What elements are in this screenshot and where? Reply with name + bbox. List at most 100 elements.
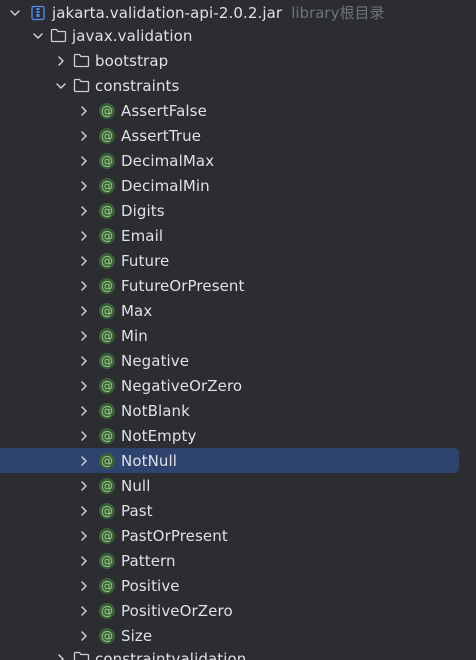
annotation-label: NotEmpty (121, 426, 197, 445)
folder-icon (72, 77, 90, 95)
annotation-label: Positive (121, 576, 180, 595)
tree-row-annotation[interactable]: @ AssertFalse (0, 98, 476, 123)
annotation-glyph: @ (99, 227, 115, 244)
tree-row-annotation-selected[interactable]: @ NotNull (0, 448, 476, 473)
annotation-glyph: @ (99, 527, 115, 544)
tree-row-annotation[interactable]: @ Pattern (0, 548, 476, 573)
tree-row-annotation[interactable]: @ Max (0, 298, 476, 323)
annotation-glyph: @ (99, 102, 115, 119)
tree-row-annotation[interactable]: @ NotBlank (0, 398, 476, 423)
tree-row-annotation[interactable]: @ Positive (0, 573, 476, 598)
chevron-right-icon[interactable] (77, 329, 91, 343)
annotation-label: NotBlank (121, 401, 190, 420)
tree-row-annotation[interactable]: @ Size (0, 623, 476, 648)
folder-icon (72, 52, 90, 70)
tree-row-annotation[interactable]: @ NegativeOrZero (0, 373, 476, 398)
chevron-down-icon[interactable] (31, 29, 45, 43)
tree-row-bootstrap[interactable]: bootstrap (0, 48, 476, 73)
chevron-right-icon[interactable] (77, 479, 91, 493)
tree-row-annotation[interactable]: @ Email (0, 223, 476, 248)
annotation-icon: @ (98, 377, 116, 395)
annotation-icon: @ (98, 527, 116, 545)
package-label: constraints (95, 76, 180, 95)
chevron-right-icon[interactable] (54, 652, 68, 660)
annotation-glyph: @ (99, 252, 115, 269)
annotation-glyph: @ (99, 377, 115, 394)
annotation-icon: @ (98, 227, 116, 245)
annotation-label: PositiveOrZero (121, 601, 233, 620)
annotation-icon: @ (98, 627, 116, 645)
annotation-label: Size (121, 626, 153, 645)
chevron-right-icon[interactable] (77, 404, 91, 418)
annotation-label: Negative (121, 351, 190, 370)
tree-row-constraints[interactable]: constraints (0, 73, 476, 98)
annotation-glyph: @ (99, 477, 115, 494)
annotation-icon: @ (98, 202, 116, 220)
tree-row-annotation[interactable]: @ Digits (0, 198, 476, 223)
annotation-label: DecimalMax (121, 151, 215, 170)
chevron-right-icon[interactable] (77, 229, 91, 243)
tree-row-annotation[interactable]: @ FutureOrPresent (0, 273, 476, 298)
tree-row-annotation[interactable]: @ AssertTrue (0, 123, 476, 148)
annotation-glyph: @ (99, 327, 115, 344)
jar-label: jakarta.validation-api-2.0.2.jar (52, 3, 283, 22)
tree-row-annotation[interactable]: @ Null (0, 473, 476, 498)
chevron-right-icon[interactable] (77, 354, 91, 368)
chevron-right-icon[interactable] (77, 429, 91, 443)
annotation-glyph: @ (99, 177, 115, 194)
chevron-right-icon[interactable] (77, 204, 91, 218)
chevron-right-icon[interactable] (77, 379, 91, 393)
annotation-glyph: @ (99, 127, 115, 144)
tree-row-annotation[interactable]: @ PositiveOrZero (0, 598, 476, 623)
annotation-label: AssertTrue (121, 126, 202, 145)
annotation-icon: @ (98, 152, 116, 170)
chevron-right-icon[interactable] (77, 454, 91, 468)
annotation-label: Email (121, 226, 164, 245)
annotation-icon: @ (98, 252, 116, 270)
chevron-down-icon[interactable] (8, 6, 22, 20)
chevron-right-icon[interactable] (77, 629, 91, 643)
annotation-glyph: @ (99, 427, 115, 444)
chevron-right-icon[interactable] (77, 304, 91, 318)
annotation-label: Digits (121, 201, 165, 220)
tree-row-javax-validation[interactable]: javax.validation (0, 23, 476, 48)
chevron-right-icon[interactable] (77, 179, 91, 193)
annotation-glyph: @ (99, 402, 115, 419)
chevron-right-icon[interactable] (77, 604, 91, 618)
tree-row-jar[interactable]: jakarta.validation-api-2.0.2.jar library… (0, 0, 476, 25)
tree-row-annotation[interactable]: @ Min (0, 323, 476, 348)
annotation-glyph: @ (99, 277, 115, 294)
annotation-label: Min (121, 326, 148, 345)
annotation-icon: @ (98, 452, 116, 470)
annotation-glyph: @ (99, 502, 115, 519)
annotation-label: NegativeOrZero (121, 376, 243, 395)
chevron-down-icon[interactable] (54, 79, 68, 93)
tree-row-annotation[interactable]: @ Negative (0, 348, 476, 373)
chevron-right-icon[interactable] (77, 129, 91, 143)
annotation-label: Past (121, 501, 153, 520)
tree-row-annotation[interactable]: @ PastOrPresent (0, 523, 476, 548)
tree-row-annotation[interactable]: @ NotEmpty (0, 423, 476, 448)
chevron-right-icon[interactable] (77, 529, 91, 543)
annotation-glyph: @ (99, 627, 115, 644)
tree-row-annotation[interactable]: @ Future (0, 248, 476, 273)
annotation-icon: @ (98, 352, 116, 370)
tree-row-annotation[interactable]: @ DecimalMin (0, 173, 476, 198)
chevron-right-icon[interactable] (77, 279, 91, 293)
tree-row-constraintvalidation[interactable]: constraintvalidation (0, 646, 476, 660)
tree-row-annotation[interactable]: @ DecimalMax (0, 148, 476, 173)
chevron-right-icon[interactable] (54, 54, 68, 68)
chevron-right-icon[interactable] (77, 254, 91, 268)
annotation-glyph: @ (99, 302, 115, 319)
chevron-right-icon[interactable] (77, 154, 91, 168)
chevron-right-icon[interactable] (77, 104, 91, 118)
annotation-label: Pattern (121, 551, 176, 570)
chevron-right-icon[interactable] (77, 554, 91, 568)
tree-row-annotation[interactable]: @ Past (0, 498, 476, 523)
annotation-glyph: @ (99, 352, 115, 369)
annotation-glyph: @ (99, 152, 115, 169)
annotation-glyph: @ (99, 202, 115, 219)
chevron-right-icon[interactable] (77, 579, 91, 593)
chevron-right-icon[interactable] (77, 504, 91, 518)
annotation-label: PastOrPresent (121, 526, 228, 545)
